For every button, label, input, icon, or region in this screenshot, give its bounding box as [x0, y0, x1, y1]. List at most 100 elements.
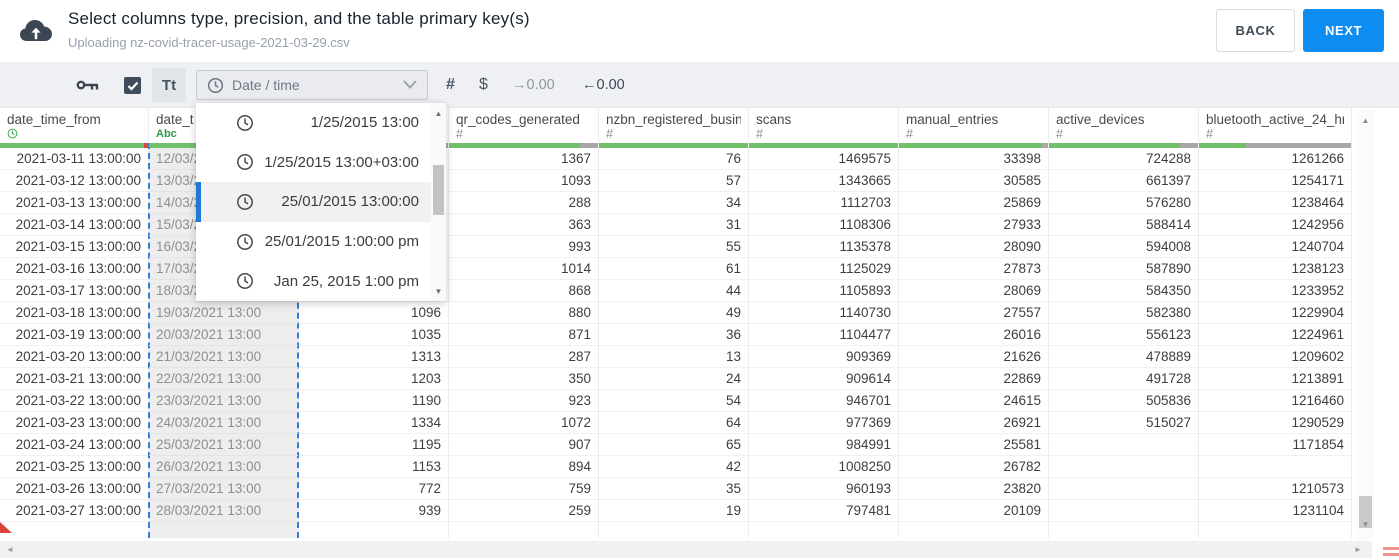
table-cell[interactable]: 1112703 — [749, 192, 898, 214]
decrease-decimal-button[interactable]: →0.00 — [512, 62, 555, 108]
table-cell[interactable]: 1035 — [299, 324, 448, 346]
column-header[interactable]: active_devices # — [1049, 108, 1198, 143]
include-column-checkbox[interactable] — [124, 77, 141, 94]
table-cell[interactable]: 24615 — [899, 390, 1048, 412]
table-cell[interactable]: 1104477 — [749, 324, 898, 346]
column-header[interactable]: bluetooth_active_24_hr_ # — [1199, 108, 1351, 143]
column-header[interactable]: manual_entries # — [899, 108, 1048, 143]
table-cell[interactable]: 288 — [449, 192, 598, 214]
table-cell[interactable]: 1093 — [449, 170, 598, 192]
scroll-down-icon[interactable]: ▼ — [1357, 516, 1374, 532]
date-format-option[interactable]: Jan 25, 2015 1:00 pm — [196, 261, 431, 301]
column-header[interactable]: scans # — [749, 108, 898, 143]
vertical-scrollbar[interactable]: ▲ ▼ — [1357, 110, 1374, 540]
table-cell[interactable] — [1049, 500, 1198, 522]
table-cell[interactable]: 1343665 — [749, 170, 898, 192]
table-cell[interactable]: 287 — [449, 346, 598, 368]
table-cell[interactable]: 724288 — [1049, 148, 1198, 170]
table-cell[interactable]: 871 — [449, 324, 598, 346]
table-cell[interactable]: 1105893 — [749, 280, 898, 302]
table-cell[interactable]: 36 — [599, 324, 748, 346]
table-cell[interactable]: 27557 — [899, 302, 1048, 324]
table-cell[interactable]: 556123 — [1049, 324, 1198, 346]
table-cell[interactable]: 54 — [599, 390, 748, 412]
table-cell[interactable]: 1367 — [449, 148, 598, 170]
table-cell[interactable]: 33398 — [899, 148, 1048, 170]
table-cell[interactable]: 2021-03-22 13:00:00 — [0, 390, 148, 412]
table-cell[interactable]: 35 — [599, 478, 748, 500]
table-cell[interactable]: 2021-03-27 13:00:00 — [0, 500, 148, 522]
table-cell[interactable]: 25869 — [899, 192, 1048, 214]
table-cell[interactable]: 2021-03-11 13:00:00 — [0, 148, 148, 170]
table-cell[interactable]: 2021-03-18 13:00:00 — [0, 302, 148, 324]
table-cell[interactable]: 25581 — [899, 434, 1048, 456]
scroll-down-icon[interactable]: ▼ — [431, 283, 446, 299]
table-cell[interactable]: 57 — [599, 170, 748, 192]
table-cell[interactable]: 939 — [299, 500, 448, 522]
table-cell[interactable]: 28/03/2021 13:00 — [149, 500, 298, 522]
table-cell[interactable]: 1135378 — [749, 236, 898, 258]
table-cell[interactable]: 588414 — [1049, 214, 1198, 236]
column-bluetooth_active_24_hr_[interactable]: bluetooth_active_24_hr_ #1261266 1254171 12… — [1199, 108, 1352, 538]
table-cell[interactable]: 880 — [449, 302, 598, 324]
table-cell[interactable]: 27933 — [899, 214, 1048, 236]
table-cell[interactable]: 13 — [599, 346, 748, 368]
table-cell[interactable]: 2021-03-25 13:00:00 — [0, 456, 148, 478]
table-cell[interactable]: 1008250 — [749, 456, 898, 478]
table-cell[interactable]: 26921 — [899, 412, 1048, 434]
table-cell[interactable]: 34 — [599, 192, 748, 214]
table-cell[interactable]: 27873 — [899, 258, 1048, 280]
table-cell[interactable]: 44 — [599, 280, 748, 302]
table-cell[interactable]: 1072 — [449, 412, 598, 434]
table-cell[interactable]: 20/03/2021 13:00 — [149, 324, 298, 346]
table-cell[interactable]: 23820 — [899, 478, 1048, 500]
table-cell[interactable]: 24 — [599, 368, 748, 390]
table-cell[interactable]: 2021-03-26 13:00:00 — [0, 478, 148, 500]
table-cell[interactable]: 2021-03-17 13:00:00 — [0, 280, 148, 302]
table-cell[interactable]: 1254171 — [1199, 170, 1351, 192]
table-cell[interactable]: 505836 — [1049, 390, 1198, 412]
table-cell[interactable]: 1242956 — [1199, 214, 1351, 236]
table-cell[interactable]: 2021-03-16 13:00:00 — [0, 258, 148, 280]
column-header[interactable]: qr_codes_generated # — [449, 108, 598, 143]
table-cell[interactable]: 25/03/2021 13:00 — [149, 434, 298, 456]
primary-key-icon[interactable] — [76, 62, 100, 108]
table-cell[interactable]: 76 — [599, 148, 748, 170]
table-cell[interactable]: 55 — [599, 236, 748, 258]
scroll-left-icon[interactable]: ◄ — [2, 541, 18, 558]
table-cell[interactable]: 1125029 — [749, 258, 898, 280]
table-cell[interactable]: 1108306 — [749, 214, 898, 236]
table-cell[interactable]: 993 — [449, 236, 598, 258]
table-cell[interactable]: 363 — [449, 214, 598, 236]
date-format-option[interactable]: 1/25/2015 13:00+03:00 — [196, 142, 431, 183]
column-scans[interactable]: scans #1469575 1343665 1112703 1108306 113537… — [749, 108, 899, 538]
table-cell[interactable]: 1140730 — [749, 302, 898, 324]
table-cell[interactable]: 1224961 — [1199, 324, 1351, 346]
table-cell[interactable]: 2021-03-14 13:00:00 — [0, 214, 148, 236]
table-cell[interactable]: 1231104 — [1199, 500, 1351, 522]
table-cell[interactable]: 2021-03-19 13:00:00 — [0, 324, 148, 346]
number-type-icon[interactable]: # — [446, 62, 455, 108]
table-cell[interactable] — [1049, 478, 1198, 500]
table-cell[interactable] — [1049, 456, 1198, 478]
scroll-right-icon[interactable]: ► — [1350, 541, 1366, 558]
date-format-option[interactable]: 25/01/2015 1:00:00 pm — [196, 221, 431, 262]
table-cell[interactable]: 21/03/2021 13:00 — [149, 346, 298, 368]
table-cell[interactable]: 1238123 — [1199, 258, 1351, 280]
table-cell[interactable]: 22/03/2021 13:00 — [149, 368, 298, 390]
table-cell[interactable]: 22869 — [899, 368, 1048, 390]
table-cell[interactable]: 2021-03-21 13:00:00 — [0, 368, 148, 390]
table-cell[interactable]: 960193 — [749, 478, 898, 500]
table-cell[interactable]: 2021-03-12 13:00:00 — [0, 170, 148, 192]
table-cell[interactable]: 1153 — [299, 456, 448, 478]
table-cell[interactable]: 1171854 — [1199, 434, 1351, 456]
table-cell[interactable]: 1210573 — [1199, 478, 1351, 500]
table-cell[interactable]: 2021-03-23 13:00:00 — [0, 412, 148, 434]
table-cell[interactable]: 2021-03-15 13:00:00 — [0, 236, 148, 258]
table-cell[interactable]: 23/03/2021 13:00 — [149, 390, 298, 412]
table-cell[interactable]: 772 — [299, 478, 448, 500]
table-cell[interactable]: 2021-03-13 13:00:00 — [0, 192, 148, 214]
table-cell[interactable]: 65 — [599, 434, 748, 456]
table-cell[interactable]: 909614 — [749, 368, 898, 390]
column-nzbn_registered_busine[interactable]: nzbn_registered_busine #76 57 34 31 55 61 44 49 3… — [599, 108, 749, 538]
